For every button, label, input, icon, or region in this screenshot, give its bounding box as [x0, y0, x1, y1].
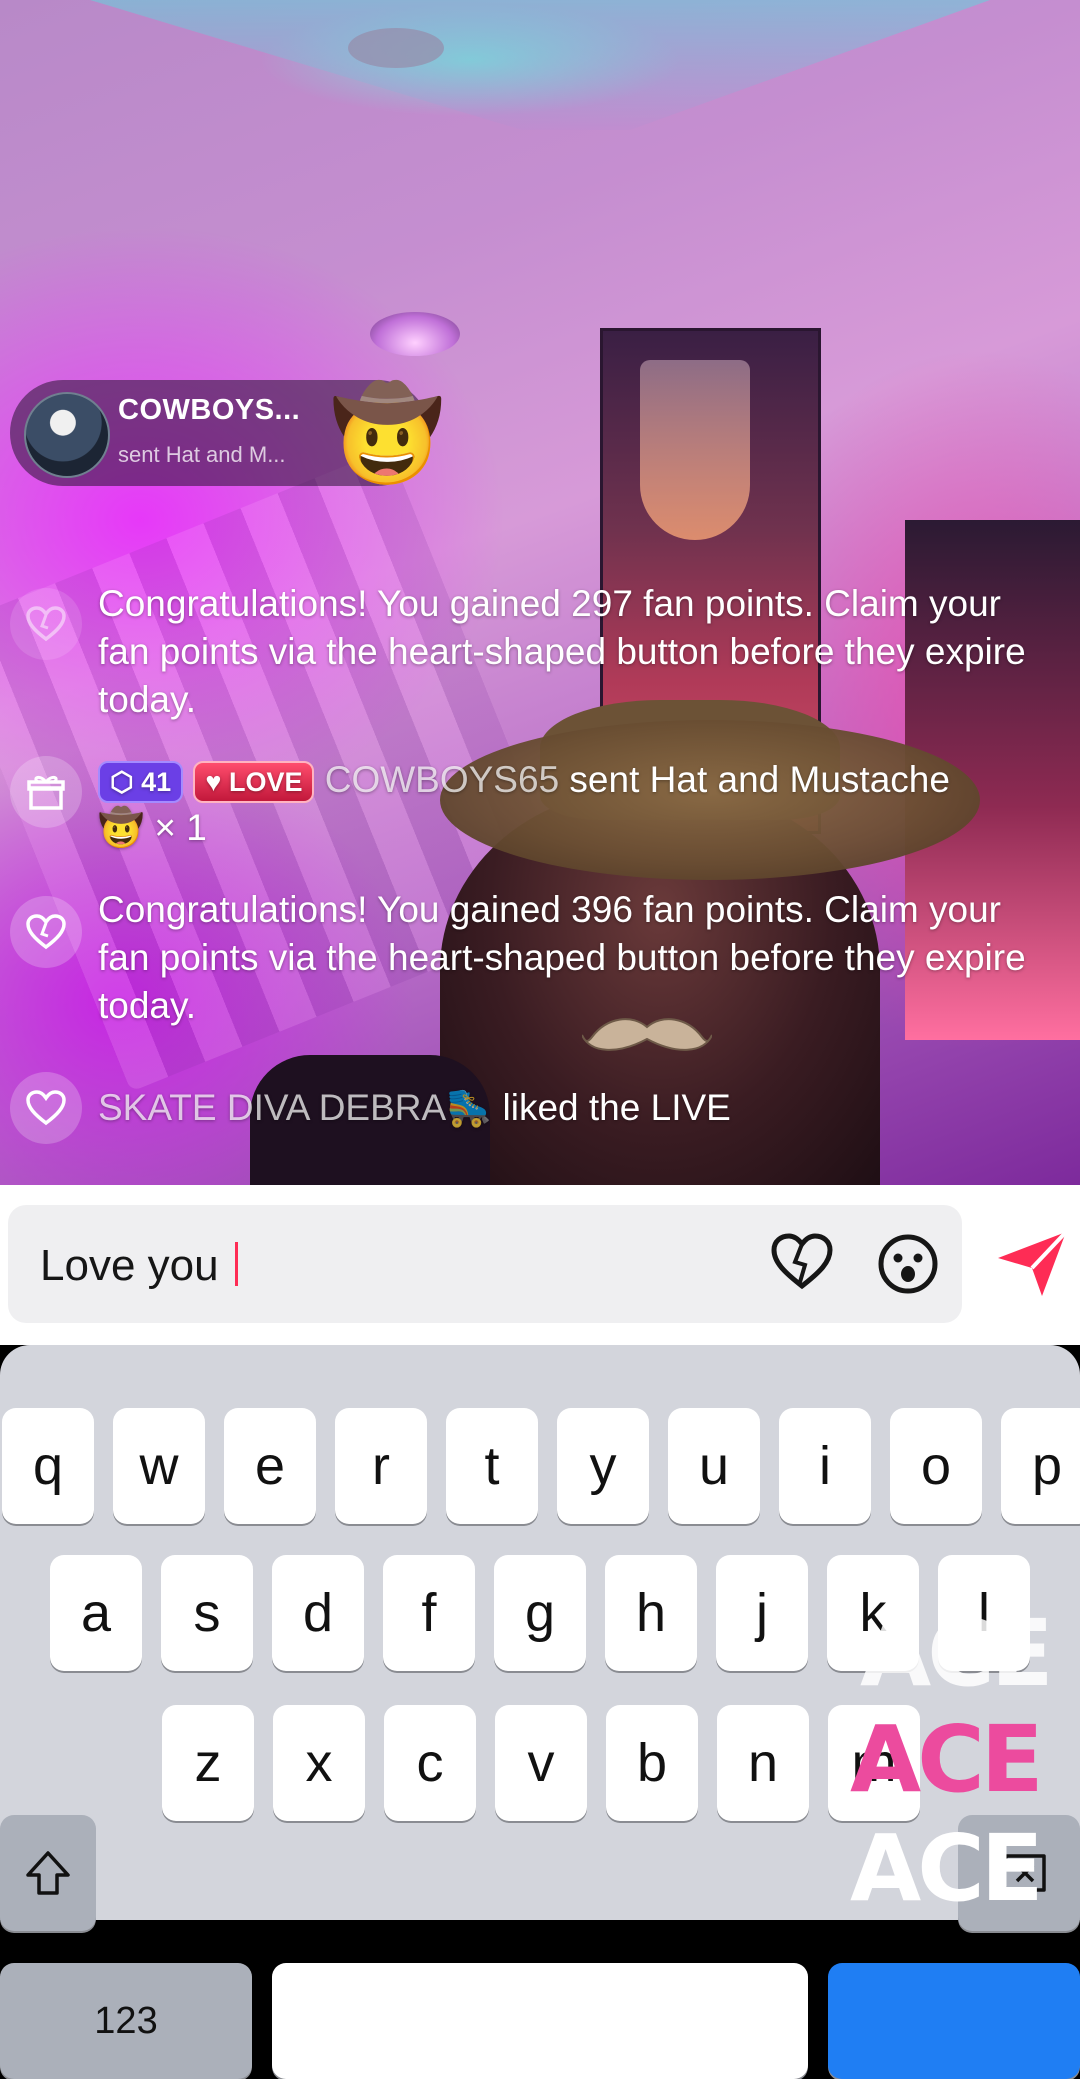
- chat-text: SKATE DIVA DEBRA🛼 liked the LIVE: [98, 1084, 1058, 1132]
- gift-text: sent Hat and Mustache: [559, 759, 950, 800]
- gift-sender-name: COWBOYS...: [118, 394, 301, 426]
- fan-points-text: Congratulations! You gained 396 fan poin…: [98, 889, 1026, 1026]
- key-b[interactable]: b: [606, 1705, 698, 1821]
- fan-points-text: Congratulations! You gained 297 fan poin…: [98, 583, 1026, 720]
- key-w[interactable]: w: [113, 1408, 205, 1524]
- key-p[interactable]: p: [1001, 1408, 1080, 1524]
- avatar[interactable]: [24, 392, 110, 478]
- return-key[interactable]: [828, 1963, 1080, 2079]
- fan-heart-button[interactable]: [770, 1232, 834, 1296]
- heart-outline-icon: [10, 896, 82, 968]
- key-x[interactable]: x: [273, 1705, 365, 1821]
- ace-watermark: ACE: [860, 1600, 1054, 1707]
- level-badge: ⬡ 41: [98, 761, 184, 804]
- send-button[interactable]: [996, 1228, 1070, 1300]
- key-s[interactable]: s: [161, 1555, 253, 1671]
- key-z[interactable]: z: [162, 1705, 254, 1821]
- heart-icon: [10, 1072, 82, 1144]
- ceiling-light-glow: [90, 0, 990, 130]
- ace-watermark: ACE: [850, 1706, 1044, 1813]
- comment-input-value: Love you: [40, 1241, 231, 1290]
- shift-icon: [26, 1851, 70, 1895]
- heart-outline-icon: [10, 588, 82, 660]
- ceiling-fixture: [348, 28, 444, 68]
- gift-hat-icon: 🤠: [330, 383, 445, 485]
- spot-light: [370, 312, 460, 356]
- key-a[interactable]: a: [50, 1555, 142, 1671]
- key-g[interactable]: g: [494, 1555, 586, 1671]
- key-q[interactable]: q: [2, 1408, 94, 1524]
- chat-text: Congratulations! You gained 297 fan poin…: [98, 580, 1058, 724]
- heart-outline-icon: [771, 1233, 833, 1290]
- key-e[interactable]: e: [224, 1408, 316, 1524]
- key-c[interactable]: c: [384, 1705, 476, 1821]
- key-r[interactable]: r: [335, 1408, 427, 1524]
- space-key[interactable]: [272, 1963, 808, 2079]
- like-text: liked the LIVE: [492, 1087, 731, 1128]
- ace-watermark: ACE: [850, 1815, 1044, 1922]
- key-h[interactable]: h: [605, 1555, 697, 1671]
- numbers-key[interactable]: 123: [0, 1963, 252, 2079]
- key-o[interactable]: o: [890, 1408, 982, 1524]
- key-d[interactable]: d: [272, 1555, 364, 1671]
- key-t[interactable]: t: [446, 1408, 538, 1524]
- key-f[interactable]: f: [383, 1555, 475, 1671]
- emoji-icon: [878, 1234, 938, 1294]
- chat-username[interactable]: COWBOYS65: [325, 759, 559, 800]
- gift-hat-icon: 🤠: [98, 807, 145, 848]
- gift-icon: [10, 756, 82, 828]
- chat-text: Congratulations! You gained 396 fan poin…: [98, 886, 1058, 1030]
- shift-key[interactable]: [0, 1815, 96, 1931]
- emoji-button[interactable]: [876, 1232, 940, 1296]
- key-u[interactable]: u: [668, 1408, 760, 1524]
- chat-text: ⬡ 41 ♥ LOVE COWBOYS65 sent Hat and Musta…: [98, 756, 1058, 852]
- fan-club-badge: ♥ LOVE: [193, 761, 315, 804]
- key-n[interactable]: n: [717, 1705, 809, 1821]
- text-caret: [234, 1242, 238, 1286]
- gift-count: × 1: [154, 807, 207, 848]
- chat-username[interactable]: SKATE DIVA DEBRA🛼: [98, 1087, 492, 1128]
- gift-message: sent Hat and M...: [118, 442, 286, 467]
- key-v[interactable]: v: [495, 1705, 587, 1821]
- keyboard-suggestion-bar: [0, 1345, 1080, 1405]
- send-icon: [998, 1230, 1068, 1296]
- key-y[interactable]: y: [557, 1408, 649, 1524]
- key-i[interactable]: i: [779, 1408, 871, 1524]
- key-j[interactable]: j: [716, 1555, 808, 1671]
- wine-glass-art: [640, 360, 750, 540]
